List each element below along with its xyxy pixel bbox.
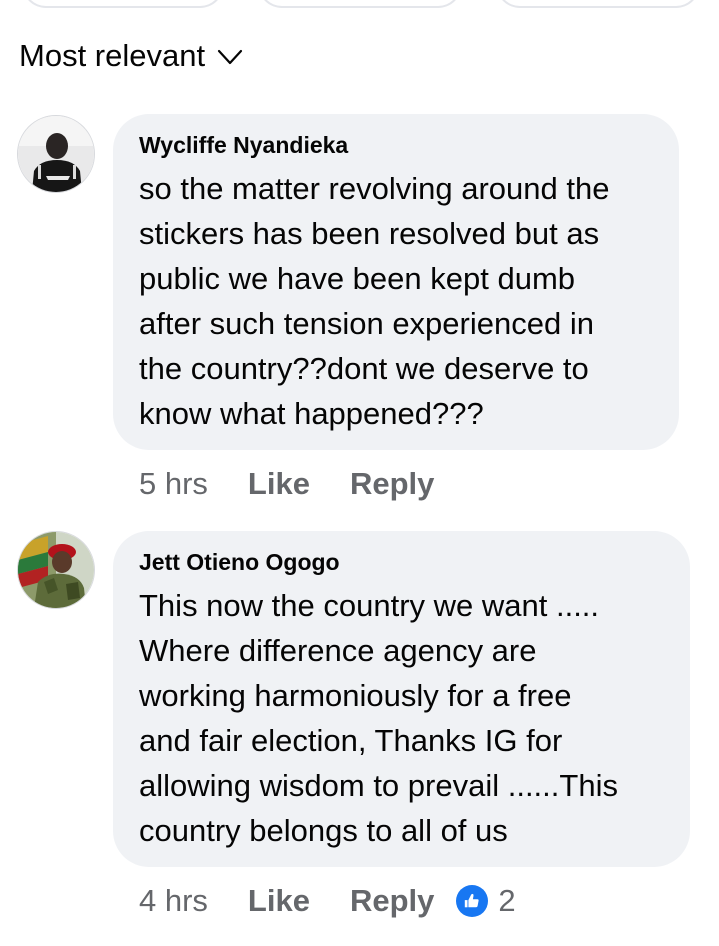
comment-actions: 4 hrs Like Reply 2 — [139, 883, 516, 919]
comment-timestamp[interactable]: 5 hrs — [139, 466, 208, 502]
sort-dropdown[interactable]: Most relevant — [19, 38, 243, 74]
comment-line: working harmoniously for a free — [139, 678, 572, 713]
comment-line: so the matter revolving around the — [139, 171, 610, 206]
comment-line: country belongs to all of us — [139, 813, 508, 848]
reply-button[interactable]: Reply — [350, 883, 434, 919]
reaction-count: 2 — [498, 883, 516, 918]
filter-chip[interactable] — [22, 0, 224, 8]
comment-line: This now the country we want ..... — [139, 588, 600, 623]
comment-bubble: Jett Otieno Ogogo This now the country w… — [113, 531, 690, 867]
sort-label: Most relevant — [19, 38, 206, 73]
comment-author[interactable]: Jett Otieno Ogogo — [139, 549, 664, 575]
comment-text: This now the country we want ..... Where… — [139, 583, 664, 853]
comment-timestamp[interactable]: 4 hrs — [139, 883, 208, 919]
comment-author[interactable]: Wycliffe Nyandieka — [139, 132, 653, 158]
comment-bubble: Wycliffe Nyandieka so the matter revolvi… — [113, 114, 679, 450]
reply-button[interactable]: Reply — [350, 466, 434, 502]
reaction-summary[interactable]: 2 — [456, 883, 516, 919]
comments-page: Most relevant Wycliffe Nyandieka so the … — [0, 0, 719, 946]
comment-text: so the matter revolving around the stick… — [139, 166, 653, 436]
like-button[interactable]: Like — [248, 883, 310, 919]
comment-line: public we have been kept dumb — [139, 261, 576, 296]
comment-line: after such tension experienced in — [139, 306, 594, 341]
comment-line: the country??dont we deserve to — [139, 351, 589, 386]
comment-line: allowing wisdom to prevail ......This — [139, 768, 618, 803]
comment-line: stickers has been resolved but as — [139, 216, 600, 251]
comment-line: know what happened??? — [139, 396, 484, 431]
avatar[interactable] — [17, 115, 95, 193]
avatar[interactable] — [17, 531, 95, 609]
thumbs-up-icon — [456, 885, 489, 917]
reaction-filter-chips — [0, 0, 719, 10]
filter-chip[interactable] — [258, 0, 462, 8]
comment-line: and fair election, Thanks IG for — [139, 723, 563, 758]
chevron-down-icon — [217, 38, 243, 74]
comment-actions: 5 hrs Like Reply — [139, 466, 474, 502]
comment-line: Where difference agency are — [139, 633, 537, 668]
filter-chip[interactable] — [496, 0, 700, 8]
like-button[interactable]: Like — [248, 466, 310, 502]
